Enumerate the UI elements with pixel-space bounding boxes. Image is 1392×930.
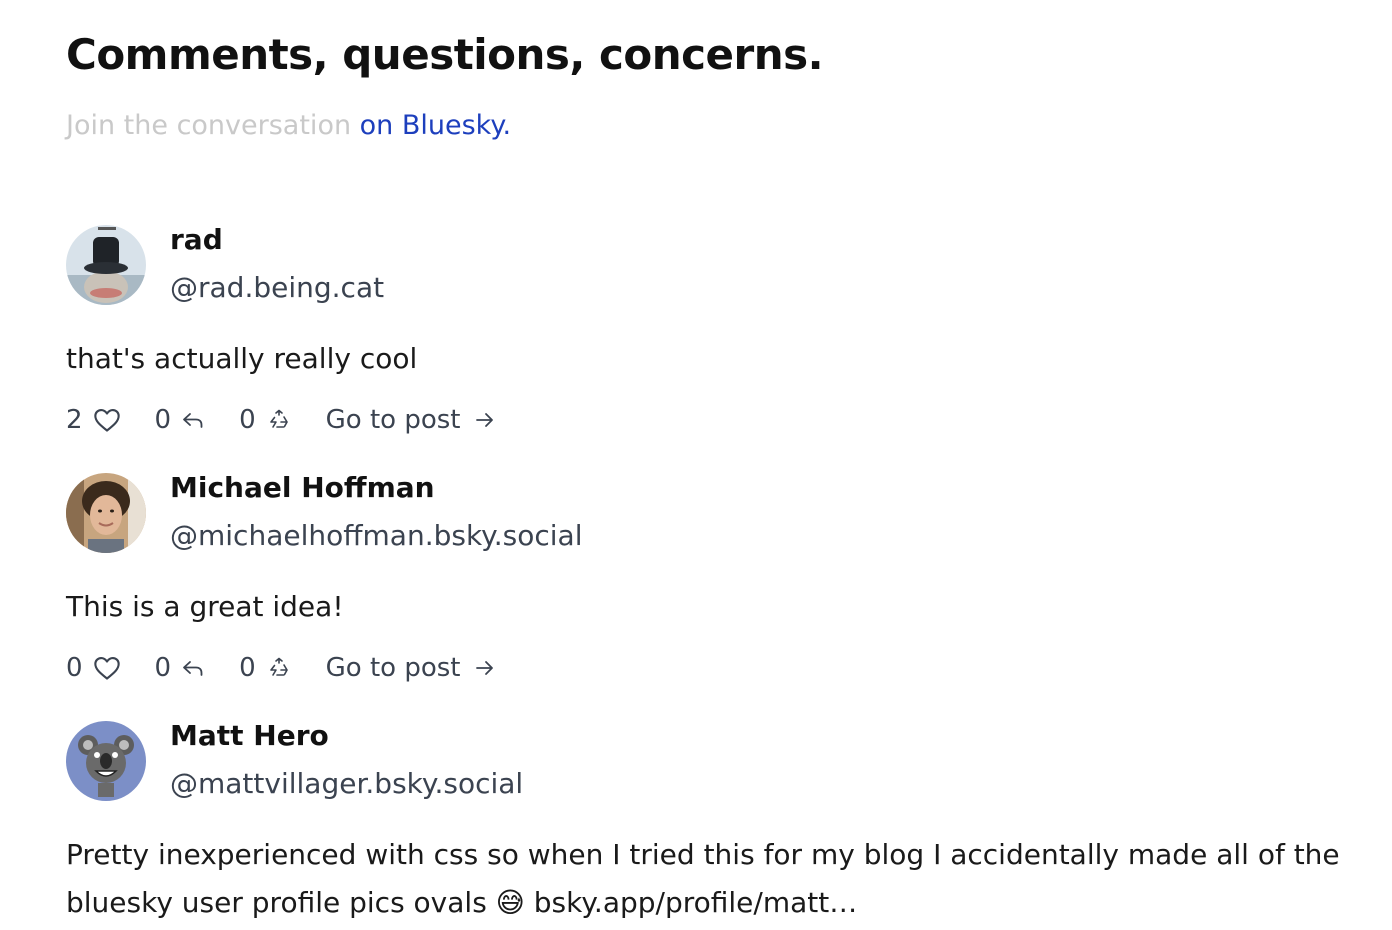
- comment-text: Pretty inexperienced with css so when I …: [66, 838, 1340, 919]
- author-name[interactable]: Matt Hero: [170, 719, 329, 752]
- avatar[interactable]: [66, 473, 146, 553]
- join-conversation-text: Join the conversation on Bluesky.: [66, 110, 511, 141]
- person-portrait-avatar: [66, 473, 146, 553]
- reply-icon: [183, 413, 203, 428]
- go-to-post-label: Go to post: [325, 653, 461, 683]
- heart-icon: [93, 657, 120, 680]
- like-action[interactable]: 2: [66, 405, 121, 435]
- like-count: 0: [66, 653, 83, 683]
- author-handle[interactable]: @michaelhoffman.bsky.social: [170, 519, 583, 552]
- page-title: Comments, questions, concerns.: [66, 30, 824, 79]
- reply-count: 0: [154, 653, 172, 683]
- comment-actions: 0 0 0 Go to post: [66, 653, 496, 683]
- like-count: 2: [66, 405, 83, 435]
- arrow-right-icon: [476, 661, 494, 675]
- reply-count: 0: [154, 405, 172, 435]
- subtitle-prefix: Join the conversation: [66, 110, 360, 141]
- heart-icon: [93, 409, 120, 432]
- cartoon-koala-avatar: [66, 721, 146, 801]
- comment-text: that's actually really cool: [66, 342, 418, 375]
- comment-actions: 2 0 0 Go to post: [66, 405, 496, 435]
- comment-text: This is a great idea!: [66, 590, 344, 623]
- author-handle[interactable]: @rad.being.cat: [170, 271, 384, 304]
- go-to-post-label: Go to post: [325, 405, 461, 435]
- bluesky-link[interactable]: on Bluesky.: [360, 110, 511, 141]
- reply-action[interactable]: 0: [155, 653, 206, 683]
- author-handle[interactable]: @mattvillager.bsky.social: [170, 767, 523, 800]
- reply-action[interactable]: 0: [155, 405, 206, 435]
- go-to-post-link[interactable]: Go to post: [326, 653, 497, 683]
- arrow-right-icon: [476, 413, 494, 427]
- like-action[interactable]: 0: [66, 653, 121, 683]
- go-to-post-link[interactable]: Go to post: [326, 405, 497, 435]
- reply-icon: [183, 661, 203, 676]
- cat-in-top-hat-avatar: [66, 225, 146, 305]
- author-name[interactable]: Michael Hoffman: [170, 471, 435, 504]
- recycle-icon: [269, 409, 288, 428]
- avatar[interactable]: [66, 721, 146, 801]
- repost-count: 0: [239, 653, 256, 683]
- avatar[interactable]: [66, 225, 146, 305]
- repost-action[interactable]: 0: [239, 653, 292, 683]
- repost-count: 0: [239, 405, 256, 435]
- author-name[interactable]: rad: [170, 223, 223, 256]
- repost-action[interactable]: 0: [239, 405, 292, 435]
- recycle-icon: [269, 657, 288, 676]
